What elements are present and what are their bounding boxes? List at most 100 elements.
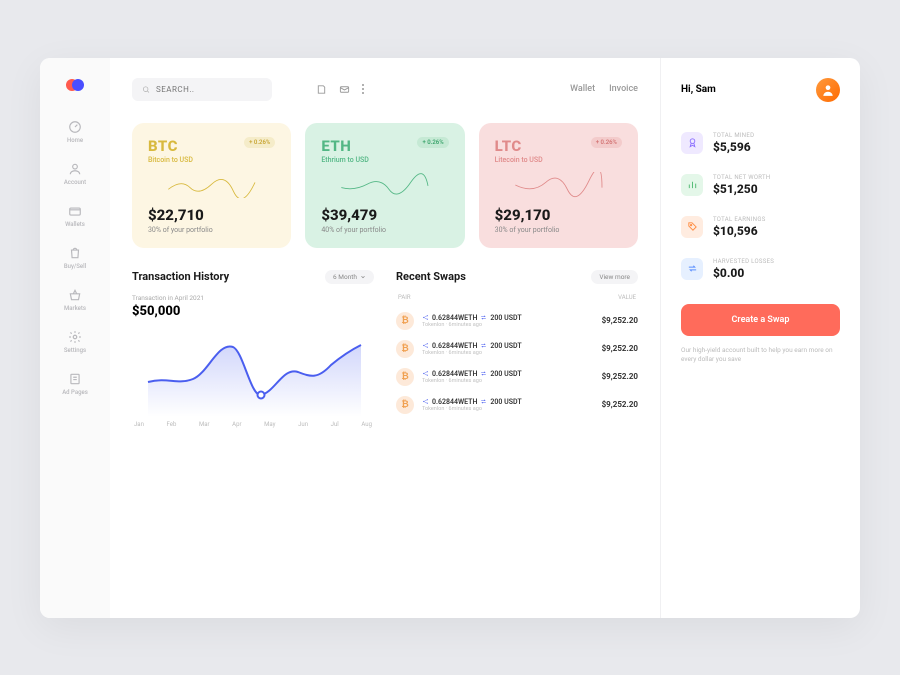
- stat-net-worth: TOTAL NET WORTH$51,250: [681, 174, 840, 196]
- nav-markets[interactable]: Markets: [40, 282, 110, 318]
- avatar[interactable]: [816, 78, 840, 102]
- stat-label: TOTAL EARNINGS: [713, 216, 766, 223]
- swap-pair: 0.62844WETH200 USDT: [422, 370, 602, 378]
- nav-home[interactable]: Home: [40, 114, 110, 150]
- ticker: BTC: [148, 137, 193, 155]
- lower-section: Transaction History 6 Month Transaction …: [132, 270, 638, 437]
- search-icon: [142, 85, 150, 94]
- swap-pair: 0.62844WETH200 USDT: [422, 314, 602, 322]
- tag-icon: [681, 216, 703, 238]
- nav-ad-pages[interactable]: Ad Pages: [40, 366, 110, 402]
- swap-row[interactable]: ₿0.62844WETH200 USDTTokenlon · 6minutes …: [396, 335, 638, 363]
- app-window: Home Account Wallets Buy/Sell Markets Se…: [40, 58, 860, 618]
- swap-row[interactable]: ₿0.62844WETH200 USDTTokenlon · 6minutes …: [396, 307, 638, 335]
- exchange-icon: [480, 314, 487, 321]
- ticker-sub: Bitcoin to USD: [148, 156, 193, 164]
- portfolio-share: 30% of your portfolio: [495, 226, 622, 234]
- avatar-icon: [821, 83, 835, 97]
- portfolio-cards: BTC Bitcoin to USD + 0.26% $22,710 30% o…: [132, 123, 638, 248]
- nav-label: Account: [64, 179, 86, 186]
- nav-label: Settings: [64, 347, 86, 354]
- ticker: ETH: [321, 137, 369, 155]
- greeting: Hi, Sam: [681, 78, 840, 102]
- change-badge: + 0.26%: [591, 137, 622, 148]
- month-label: May: [264, 421, 275, 428]
- stat-value: $51,250: [713, 182, 771, 196]
- medal-icon: [681, 132, 703, 154]
- swap-value: $9,252.20: [602, 400, 638, 409]
- swap-value: $9,252.20: [602, 316, 638, 325]
- share-icon: [422, 398, 429, 405]
- top-icons: [316, 84, 364, 95]
- swap-sub: Tokenlon · 6minutes ago: [422, 378, 602, 384]
- sparkline-icon: [321, 172, 448, 198]
- note-icon[interactable]: [316, 84, 327, 95]
- chart-axis: Jan Feb Mar Apr May Jun Jul Aug: [132, 421, 374, 428]
- swap-pair: 0.62844WETH200 USDT: [422, 398, 602, 406]
- invoice-link[interactable]: Invoice: [609, 84, 638, 94]
- nav-label: Buy/Sell: [64, 263, 86, 270]
- stat-value: $10,596: [713, 224, 766, 238]
- recent-swaps: Recent Swaps View more PAIR VALUE ₿0.628…: [396, 270, 638, 437]
- nav-buy-sell[interactable]: Buy/Sell: [40, 240, 110, 276]
- main-content: Wallet Invoice BTC Bitcoin to USD + 0.26…: [110, 58, 660, 618]
- create-swap-button[interactable]: Create a Swap: [681, 304, 840, 336]
- stat-losses: HARVESTED LOSSES$0.00: [681, 258, 840, 280]
- pages-icon: [68, 372, 82, 386]
- search-input[interactable]: [156, 85, 262, 94]
- swap-pair: 0.62844WETH200 USDT: [422, 342, 602, 350]
- card-eth[interactable]: ETH Ethrium to USD + 0.26% $39,479 40% o…: [305, 123, 464, 248]
- nav-label: Home: [67, 137, 83, 144]
- cta-subtext: Our high-yield account built to help you…: [681, 346, 840, 366]
- change-badge: + 0.26%: [244, 137, 275, 148]
- month-label: Jul: [331, 421, 339, 428]
- view-more-button[interactable]: View more: [591, 270, 638, 284]
- stat-label: HARVESTED LOSSES: [713, 258, 774, 265]
- range-select[interactable]: 6 Month: [325, 270, 374, 284]
- ticker-sub: Ethrium to USD: [321, 156, 369, 164]
- ticker: LTC: [495, 137, 543, 155]
- exchange-icon: [480, 342, 487, 349]
- view-more-label: View more: [599, 273, 630, 281]
- nav-account[interactable]: Account: [40, 156, 110, 192]
- mail-icon[interactable]: [339, 84, 350, 95]
- wallet-link[interactable]: Wallet: [570, 84, 595, 94]
- stat-mined: TOTAL MINED$5,596: [681, 132, 840, 154]
- swap-sub: Tokenlon · 6minutes ago: [422, 406, 602, 412]
- range-label: 6 Month: [333, 273, 357, 281]
- month-label: Mar: [199, 421, 210, 428]
- more-icon[interactable]: [362, 84, 364, 94]
- nav-wallets[interactable]: Wallets: [40, 198, 110, 234]
- swaps-title: Recent Swaps: [396, 270, 466, 283]
- coin-icon: ₿: [396, 396, 414, 414]
- right-panel: Hi, Sam TOTAL MINED$5,596 TOTAL NET WORT…: [660, 58, 860, 618]
- stat-earnings: TOTAL EARNINGS$10,596: [681, 216, 840, 238]
- swap-row[interactable]: ₿ 0.62844WETH200 USDTTokenlon · 6minutes …: [396, 391, 638, 419]
- swap-icon: [681, 258, 703, 280]
- search-input-wrap[interactable]: [132, 78, 272, 101]
- coin-icon: ₿: [396, 340, 414, 358]
- coin-icon: ₿: [396, 368, 414, 386]
- swap-value: $9,252.20: [602, 372, 638, 381]
- bag-icon: [68, 246, 82, 260]
- user-icon: [68, 162, 82, 176]
- change-badge: + 0.26%: [417, 137, 448, 148]
- price: $39,479: [321, 206, 448, 224]
- portfolio-share: 40% of your portfolio: [321, 226, 448, 234]
- col-value: VALUE: [618, 294, 636, 301]
- chevron-down-icon: [360, 274, 366, 280]
- month-label: Jun: [298, 421, 308, 428]
- card-btc[interactable]: BTC Bitcoin to USD + 0.26% $22,710 30% o…: [132, 123, 291, 248]
- card-ltc[interactable]: LTC Litecoin to USD + 0.26% $29,170 30% …: [479, 123, 638, 248]
- swap-row[interactable]: ₿ 0.62844WETH200 USDTTokenlon · 6minutes …: [396, 363, 638, 391]
- share-icon: [422, 370, 429, 377]
- swap-list: ₿0.62844WETH200 USDTTokenlon · 6minutes …: [396, 307, 638, 419]
- stat-label: TOTAL MINED: [713, 132, 754, 139]
- share-icon: [422, 342, 429, 349]
- exchange-icon: [480, 398, 487, 405]
- nav-settings[interactable]: Settings: [40, 324, 110, 360]
- history-title: Transaction History: [132, 270, 229, 283]
- price: $22,710: [148, 206, 275, 224]
- month-label: Jan: [134, 421, 144, 428]
- bars-icon: [681, 174, 703, 196]
